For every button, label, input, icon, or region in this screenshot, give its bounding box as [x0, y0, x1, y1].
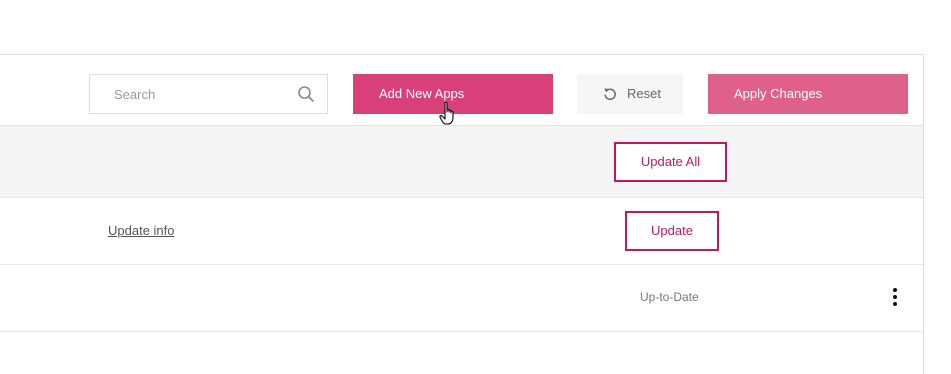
reset-icon [604, 88, 616, 101]
search-input[interactable] [90, 75, 290, 113]
table-row: Update info Update [0, 198, 923, 265]
update-info-link[interactable]: Update info [108, 223, 175, 238]
search-box[interactable] [89, 74, 328, 114]
update-button[interactable]: Update [625, 211, 719, 251]
toolbar: Add New Apps Reset Apply Changes [0, 55, 923, 125]
apps-panel: Add New Apps Reset Apply Changes Update … [0, 54, 924, 374]
reset-button[interactable]: Reset [577, 74, 683, 114]
update-all-button[interactable]: Update All [614, 142, 727, 182]
status-text: Up-to-Date [640, 290, 699, 304]
table-header-row: Update All [0, 125, 923, 198]
reset-label: Reset [627, 86, 661, 101]
more-vertical-icon[interactable] [887, 285, 903, 309]
search-icon[interactable] [297, 85, 315, 103]
table-row: Up-to-Date [0, 265, 923, 332]
add-new-apps-button[interactable]: Add New Apps [353, 74, 553, 114]
apply-changes-button[interactable]: Apply Changes [708, 74, 908, 114]
